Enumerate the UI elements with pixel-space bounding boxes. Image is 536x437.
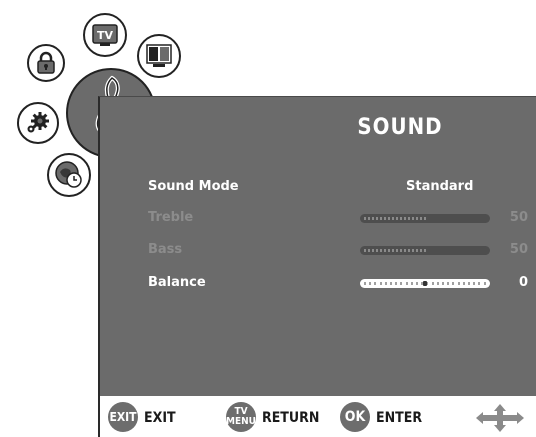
treble-slider [360, 214, 490, 223]
exit-key-text: EXIT [109, 410, 137, 424]
sound-mode-value: Standard [406, 179, 474, 194]
settings-category-icon[interactable] [17, 102, 59, 144]
tv-category-icon[interactable]: TV [83, 13, 127, 57]
bass-row: Bass 50 [148, 242, 528, 262]
treble-slider-fill [364, 217, 426, 220]
bass-label: Bass [148, 242, 183, 257]
balance-slider-knob[interactable] [423, 281, 427, 286]
bass-slider-fill [364, 249, 426, 252]
sound-menu-panel: SOUND Sound Mode Standard Treble 50 Bass… [98, 96, 536, 397]
navigation-arrows-icon [476, 404, 524, 432]
balance-value: 0 [518, 275, 528, 290]
balance-row[interactable]: Balance 0 [148, 275, 528, 295]
sound-mode-label: Sound Mode [148, 179, 239, 194]
menu-key-button[interactable]: TV MENU [226, 402, 256, 432]
lock-icon [37, 51, 55, 74]
balance-slider[interactable] [360, 279, 490, 288]
tv-icon: TV [92, 24, 118, 46]
bass-value: 50 [509, 242, 528, 257]
settings-icon [27, 112, 49, 133]
ok-key-button[interactable]: OK [340, 402, 370, 432]
menu-key-bottom-text: MENU [226, 416, 256, 427]
tv-icon-text: TV [97, 29, 114, 42]
timer-icon [55, 161, 82, 188]
treble-label: Treble [148, 210, 194, 225]
exit-key-button[interactable]: EXIT [108, 402, 138, 432]
balance-label: Balance [148, 275, 206, 290]
timer-category-icon[interactable] [47, 153, 91, 197]
footer-bar: EXIT EXIT TV MENU RETURN OK ENTER [98, 396, 536, 437]
sound-mode-row[interactable]: Sound Mode Standard [148, 179, 528, 199]
bass-slider [360, 246, 490, 255]
return-label: RETURN [262, 410, 320, 426]
lock-category-icon[interactable] [27, 44, 65, 82]
menu-title: SOUND [357, 115, 443, 140]
treble-row: Treble 50 [148, 210, 528, 230]
exit-label: EXIT [144, 410, 176, 426]
treble-value: 50 [509, 210, 528, 225]
ok-key-text: OK [344, 409, 366, 425]
enter-label: ENTER [376, 410, 423, 426]
picture-icon [146, 44, 172, 67]
